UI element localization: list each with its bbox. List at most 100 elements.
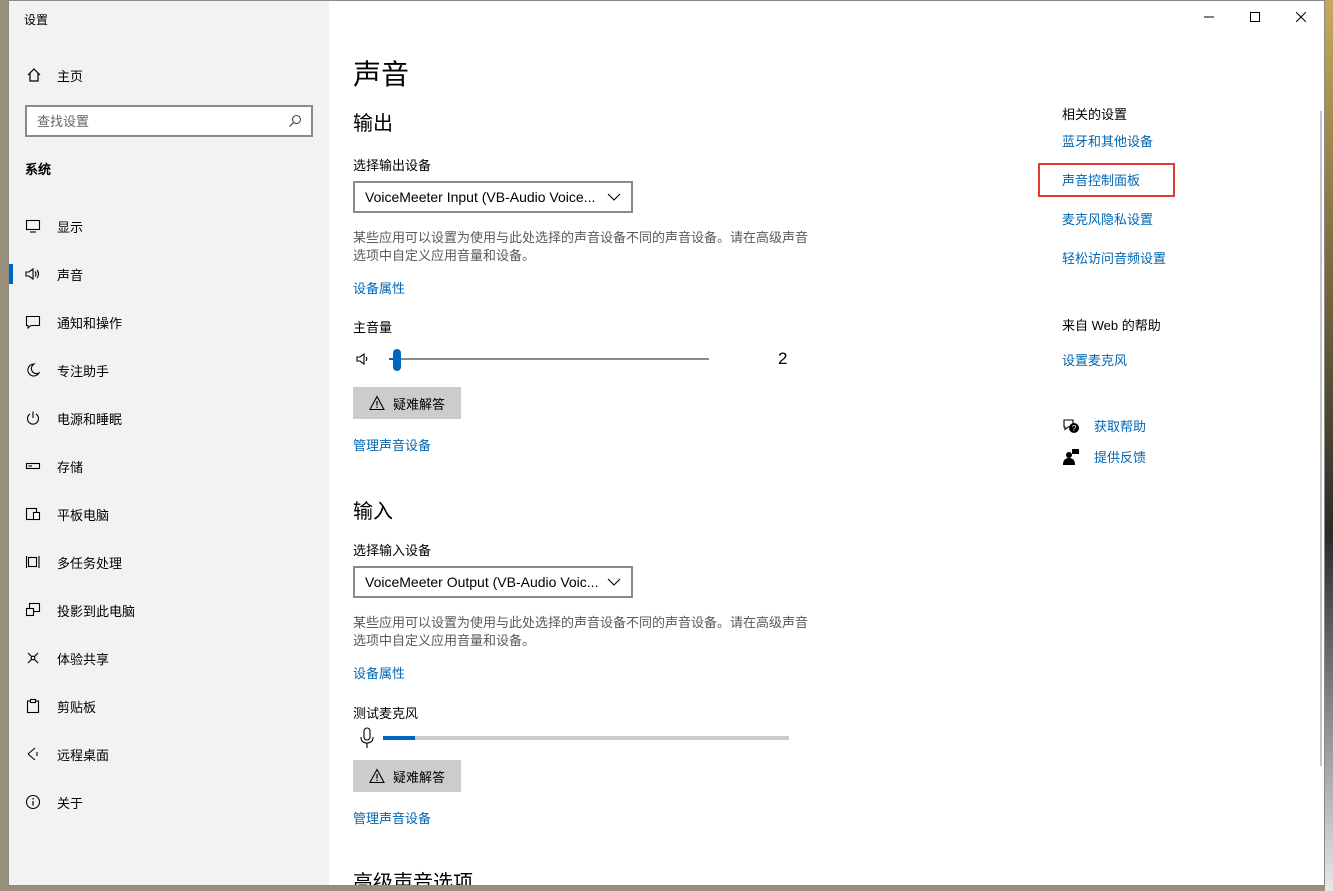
display-icon [24, 217, 42, 235]
output-description: 某些应用可以设置为使用与此处选择的声音设备不同的声音设备。请在高级声音选项中自定… [353, 230, 809, 263]
search-icon[interactable] [287, 113, 303, 129]
output-heading: 输出 [353, 113, 393, 135]
sidebar: 设置 主页 系统 显示 声音 通知和操作 [9, 1, 329, 885]
sidebar-item-label: 电源和睡眠 [57, 411, 123, 427]
feedback-icon [1062, 448, 1080, 466]
sidebar-item-sound[interactable]: 声音 [9, 250, 329, 298]
mic-level-fill [383, 736, 416, 740]
speaker-icon [24, 265, 42, 283]
setup-microphone-link[interactable]: 设置麦克风 [1062, 350, 1127, 369]
warning-icon [369, 768, 385, 784]
volume-value: 2 [778, 349, 788, 368]
sidebar-home[interactable]: 主页 [24, 63, 83, 87]
multitask-icon [24, 553, 42, 571]
sidebar-nav: 显示 声音 通知和操作 专注助手 电源和睡眠 存储 平板电脑 多任务处理 投影到… [9, 202, 329, 826]
search-box[interactable] [25, 105, 313, 137]
output-device-label: 选择输出设备 [353, 158, 432, 173]
output-troubleshoot-button[interactable]: 疑难解答 [353, 387, 461, 419]
output-device-properties-link[interactable]: 设备属性 [353, 278, 405, 297]
remote-desktop-icon [24, 745, 42, 763]
master-volume-label: 主音量 [353, 320, 393, 335]
volume-slider[interactable] [389, 349, 709, 371]
tablet-icon [24, 505, 42, 523]
storage-icon [24, 457, 42, 475]
search-input[interactable] [37, 113, 287, 129]
sidebar-item-label: 剪贴板 [57, 699, 97, 715]
sidebar-item-label: 投影到此电脑 [57, 603, 136, 619]
sidebar-item-multitasking[interactable]: 多任务处理 [9, 538, 329, 586]
web-help-title: 来自 Web 的帮助 [1062, 318, 1161, 333]
clipboard-icon [24, 697, 42, 715]
mic-privacy-settings-link[interactable]: 麦克风隐私设置 [1062, 209, 1153, 228]
warning-icon [369, 395, 385, 411]
sidebar-item-focus-assist[interactable]: 专注助手 [9, 346, 329, 394]
input-device-label: 选择输入设备 [353, 543, 432, 558]
scrollbar[interactable] [1320, 111, 1322, 766]
volume-icon[interactable] [355, 350, 373, 368]
sidebar-item-label: 多任务处理 [57, 555, 123, 571]
mic-level-meter [383, 736, 789, 740]
input-device-value: VoiceMeeter Output (VB-Audio Voic... [365, 574, 599, 590]
share-icon [24, 649, 42, 667]
sidebar-item-clipboard[interactable]: 剪贴板 [9, 682, 329, 730]
input-troubleshoot-button[interactable]: 疑难解答 [353, 760, 461, 792]
sidebar-item-shared-experiences[interactable]: 体验共享 [9, 634, 329, 682]
test-mic-label: 测试麦克风 [353, 706, 419, 721]
chevron-down-icon [607, 575, 621, 589]
mic-level-row [353, 727, 813, 751]
window-title: 设置 [24, 13, 49, 27]
sidebar-item-label: 声音 [57, 267, 84, 283]
sound-control-panel-link[interactable]: 声音控制面板 [1062, 170, 1140, 189]
input-troubleshoot-label: 疑难解答 [392, 769, 445, 785]
settings-window: 设置 主页 系统 显示 声音 通知和操作 [8, 0, 1325, 886]
get-help-link[interactable]: ? 获取帮助 [1062, 416, 1146, 435]
sidebar-item-tablet[interactable]: 平板电脑 [9, 490, 329, 538]
notification-icon [24, 313, 42, 331]
page-title: 声音 [353, 59, 410, 90]
sidebar-item-label: 专注助手 [57, 363, 110, 379]
sidebar-item-remote-desktop[interactable]: 远程桌面 [9, 730, 329, 778]
sidebar-item-label: 平板电脑 [57, 507, 110, 523]
sidebar-item-power-sleep[interactable]: 电源和睡眠 [9, 394, 329, 442]
svg-text:?: ? [1072, 424, 1077, 433]
desktop-background [1325, 0, 1333, 891]
get-help-label: 获取帮助 [1094, 419, 1147, 434]
master-volume-row: 2 [353, 347, 813, 371]
sidebar-item-storage[interactable]: 存储 [9, 442, 329, 490]
output-manage-devices-link[interactable]: 管理声音设备 [353, 435, 431, 454]
related-settings-title: 相关的设置 [1062, 107, 1128, 122]
info-icon [24, 793, 42, 811]
sidebar-item-label: 关于 [57, 795, 84, 811]
ease-of-access-audio-link[interactable]: 轻松访问音频设置 [1062, 248, 1166, 267]
feedback-link[interactable]: 提供反馈 [1062, 447, 1146, 466]
main-content: 声音 输出 选择输出设备 VoiceMeeter Input (VB-Audio… [353, 1, 1013, 886]
sidebar-section-system: 系统 [25, 162, 52, 177]
sidebar-item-label: 存储 [57, 459, 84, 475]
home-icon [24, 65, 44, 85]
related-settings: 相关的设置 蓝牙和其他设备 声音控制面板 麦克风隐私设置 轻松访问音频设置 来自… [1038, 1, 1302, 885]
volume-slider-thumb[interactable] [393, 349, 402, 371]
sidebar-item-label: 显示 [57, 219, 84, 235]
sidebar-item-label: 体验共享 [57, 651, 110, 667]
output-device-dropdown[interactable]: VoiceMeeter Input (VB-Audio Voice... [353, 181, 633, 213]
feedback-label: 提供反馈 [1094, 450, 1147, 465]
input-device-dropdown[interactable]: VoiceMeeter Output (VB-Audio Voic... [353, 566, 633, 598]
sidebar-item-display[interactable]: 显示 [9, 202, 329, 250]
input-manage-devices-link[interactable]: 管理声音设备 [353, 808, 431, 827]
microphone-icon [359, 727, 375, 749]
moon-icon [24, 361, 42, 379]
sidebar-item-about[interactable]: 关于 [9, 778, 329, 826]
input-description: 某些应用可以设置为使用与此处选择的声音设备不同的声音设备。请在高级声音选项中自定… [353, 615, 809, 648]
help-chat-icon: ? [1062, 417, 1080, 435]
sidebar-item-notifications[interactable]: 通知和操作 [9, 298, 329, 346]
bluetooth-devices-link[interactable]: 蓝牙和其他设备 [1062, 131, 1153, 150]
power-icon [24, 409, 42, 427]
sidebar-item-label: 远程桌面 [57, 747, 110, 763]
input-device-properties-link[interactable]: 设备属性 [353, 663, 405, 682]
sidebar-item-label: 通知和操作 [57, 315, 123, 331]
input-heading: 输入 [353, 501, 393, 523]
output-troubleshoot-label: 疑难解答 [392, 396, 445, 412]
sidebar-item-project-to-pc[interactable]: 投影到此电脑 [9, 586, 329, 634]
chevron-down-icon [607, 190, 621, 204]
advanced-sound-heading: 高级声音选项 [353, 872, 473, 886]
